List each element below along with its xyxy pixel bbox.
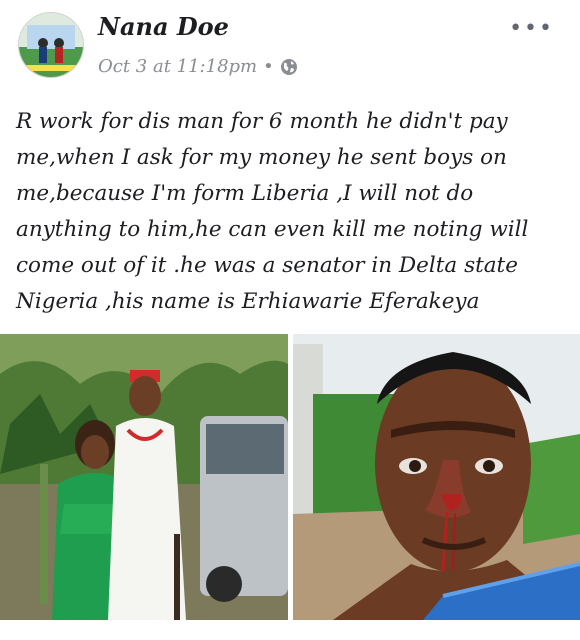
post-timestamp[interactable]: Oct 3 at 11:18pm: [98, 56, 257, 77]
globe-icon[interactable]: [280, 58, 298, 76]
more-options-icon[interactable]: •••: [509, 16, 554, 41]
injured-man-photo-image: [293, 334, 580, 620]
photo-couple[interactable]: [0, 334, 288, 620]
author-name[interactable]: Nana Doe: [98, 12, 229, 41]
couple-photo-image: [0, 334, 288, 620]
photo-injured-man[interactable]: [293, 334, 580, 620]
meta-separator: •: [263, 56, 274, 77]
avatar-image: [19, 13, 83, 77]
post-meta: Oct 3 at 11:18pm •: [98, 56, 298, 77]
post-header: Nana Doe Oct 3 at 11:18pm • •••: [0, 0, 580, 96]
post-text: R work for dis man for 6 month he didn't…: [16, 109, 536, 314]
photo-grid: [0, 334, 580, 640]
profile-avatar[interactable]: [18, 12, 84, 78]
